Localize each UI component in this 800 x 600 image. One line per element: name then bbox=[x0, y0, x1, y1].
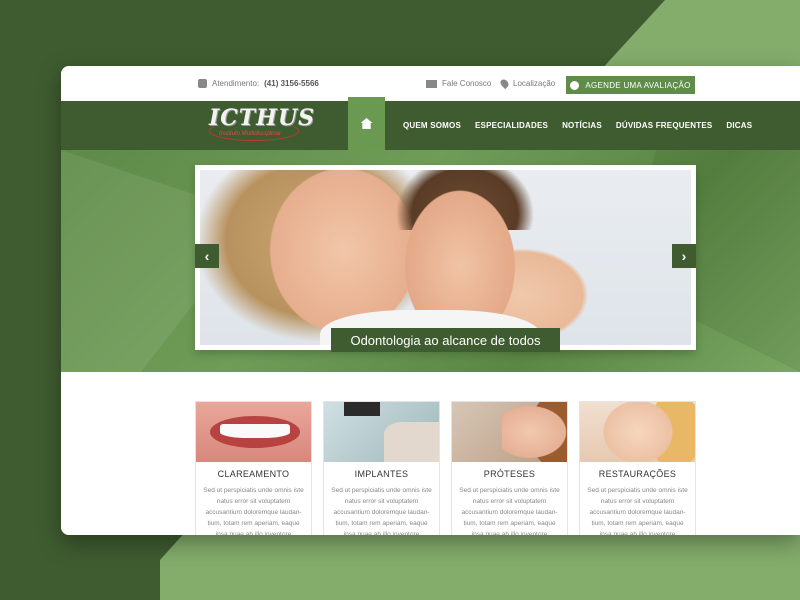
arrow-right-icon: › bbox=[681, 248, 687, 264]
service-image bbox=[324, 402, 439, 462]
location-link-label[interactable]: Localização bbox=[513, 79, 555, 88]
top-bar: Atendimento: (41) 3156-5566 Fale Conosco… bbox=[61, 66, 800, 101]
mail-icon bbox=[426, 79, 437, 88]
nav-item-quem-somos[interactable]: QUEM SOMOS bbox=[403, 121, 461, 130]
pin-icon bbox=[498, 77, 511, 90]
service-image bbox=[196, 402, 311, 462]
nav-menu: QUEM SOMOS ESPECIALIDADES NOTÍCIAS DÚVID… bbox=[403, 101, 752, 150]
contact-link[interactable]: Fale Conosco bbox=[426, 79, 491, 88]
hero-caption: Odontologia ao alcance de todos bbox=[331, 328, 560, 352]
service-title: IMPLANTES bbox=[354, 469, 409, 479]
slider-next-button[interactable]: › bbox=[672, 244, 696, 268]
image-shape bbox=[344, 402, 380, 416]
service-text: Sed ut perspiciatis unde omnis iste natu… bbox=[587, 487, 688, 535]
schedule-evaluation-button[interactable]: AGENDE UMA AVALIAÇÃO bbox=[566, 76, 695, 94]
image-shape bbox=[384, 422, 439, 462]
arrow-left-icon: ‹ bbox=[204, 248, 210, 264]
service-text: Sed ut perspiciatis unde omnis iste natu… bbox=[331, 487, 432, 535]
phone-contact: Atendimento: (41) 3156-5566 bbox=[198, 79, 319, 88]
services-section: CLAREAMENTO Sed ut perspiciatis unde omn… bbox=[61, 372, 800, 535]
image-shape bbox=[502, 402, 567, 462]
service-image bbox=[580, 402, 695, 462]
logo-tagline: Instituto Multidisciplinar bbox=[219, 131, 282, 137]
logo[interactable]: ICTHUS Instituto Multidisciplinar bbox=[209, 105, 314, 145]
image-shape bbox=[220, 424, 290, 438]
contact-link-label[interactable]: Fale Conosco bbox=[442, 79, 491, 88]
hero-slide: Odontologia ao alcance de todos bbox=[195, 165, 696, 352]
phone-number[interactable]: (41) 3156-5566 bbox=[264, 79, 319, 88]
service-title: PRÓTESES bbox=[483, 469, 536, 479]
atendimento-label: Atendimento: bbox=[212, 79, 260, 88]
service-card-implantes[interactable]: IMPLANTES Sed ut perspiciatis unde omnis… bbox=[323, 401, 440, 535]
slider-prev-button[interactable]: ‹ bbox=[195, 244, 219, 268]
nav-item-especialidades[interactable]: ESPECIALIDADES bbox=[475, 121, 548, 130]
phone-icon bbox=[198, 79, 207, 88]
home-icon bbox=[360, 118, 373, 129]
service-title: CLAREAMENTO bbox=[217, 469, 290, 479]
service-card-clareamento[interactable]: CLAREAMENTO Sed ut perspiciatis unde omn… bbox=[195, 401, 312, 535]
user-icon bbox=[570, 80, 580, 90]
service-card-proteses[interactable]: PRÓTESES Sed ut perspiciatis unde omnis … bbox=[451, 401, 568, 535]
schedule-evaluation-label: AGENDE UMA AVALIAÇÃO bbox=[585, 80, 691, 90]
nav-item-dicas[interactable]: DICAS bbox=[726, 121, 752, 130]
service-text: Sed ut perspiciatis unde omnis iste natu… bbox=[459, 487, 560, 535]
service-text: Sed ut perspiciatis unde omnis iste natu… bbox=[203, 487, 304, 535]
service-title: RESTAURAÇÕES bbox=[598, 469, 677, 479]
browser-window: Atendimento: (41) 3156-5566 Fale Conosco… bbox=[61, 66, 800, 535]
location-link[interactable]: Localização bbox=[498, 77, 555, 90]
hero-photo bbox=[200, 170, 691, 345]
service-image bbox=[452, 402, 567, 462]
service-card-restauracoes[interactable]: RESTAURAÇÕES Sed ut perspiciatis unde om… bbox=[579, 401, 696, 535]
nav-item-duvidas[interactable]: DÚVIDAS FREQUENTES bbox=[616, 121, 713, 130]
image-shape bbox=[598, 402, 678, 462]
nav-item-noticias[interactable]: NOTÍCIAS bbox=[562, 121, 602, 130]
hero-banner: Odontologia ao alcance de todos ‹ › bbox=[61, 150, 800, 372]
home-button[interactable] bbox=[348, 97, 385, 150]
main-nav: ICTHUS Instituto Multidisciplinar QUEM S… bbox=[61, 97, 800, 150]
